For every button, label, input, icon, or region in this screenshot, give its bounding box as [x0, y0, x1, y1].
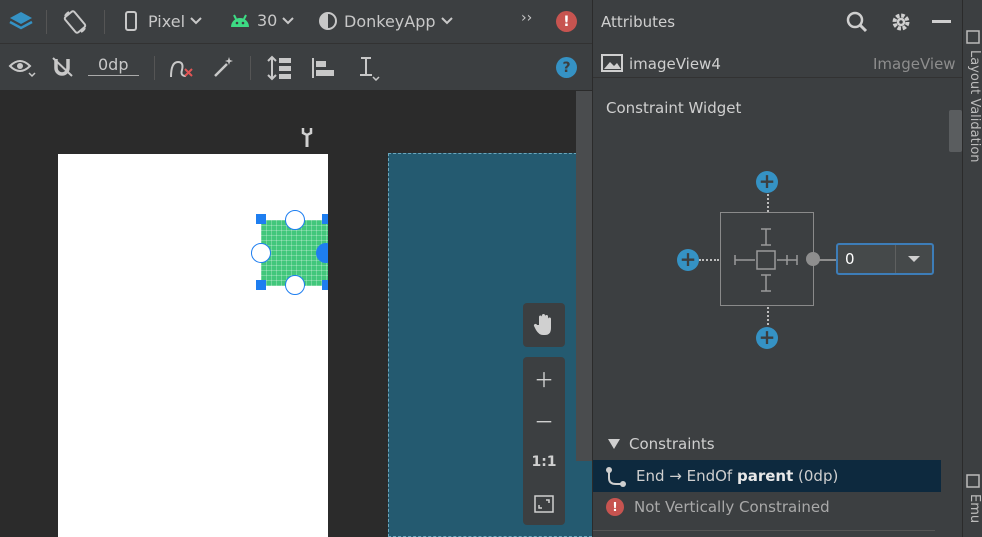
design-toolbar-primary: Pixel 30 DonkeyApp ›› !: [0, 0, 592, 44]
help-icon[interactable]: ?: [556, 57, 577, 78]
toolbar-separator: [46, 10, 47, 34]
search-icon[interactable]: [846, 11, 868, 37]
layout-validation-icon: [966, 30, 980, 44]
add-top-constraint-icon[interactable]: +: [756, 171, 778, 193]
guidelines-icon[interactable]: [356, 55, 382, 81]
eye-icon[interactable]: [8, 56, 36, 78]
bottom-anchor-handle[interactable]: [285, 275, 305, 295]
top-anchor-handle[interactable]: [285, 210, 305, 230]
rotate-icon[interactable]: [62, 9, 88, 35]
theme-selector[interactable]: DonkeyApp: [318, 11, 453, 31]
end-margin-field[interactable]: 0: [836, 243, 934, 275]
constraint-icon: [605, 466, 627, 492]
wrench-icon[interactable]: [300, 126, 314, 148]
default-margin-value: 0dp: [88, 55, 139, 76]
warning-row[interactable]: ! Not Vertically Constrained: [606, 498, 830, 516]
resize-handle[interactable]: [256, 214, 266, 224]
clear-constraints-icon[interactable]: [168, 56, 194, 80]
canvas-gap: [328, 91, 388, 537]
constraint-row-end[interactable]: End → EndOf parent (0dp): [593, 460, 941, 492]
toolbar-separator: [104, 10, 105, 34]
actual-size-icon[interactable]: 1:1: [523, 441, 565, 483]
phone-icon: [125, 11, 137, 31]
error-icon: !: [606, 498, 624, 516]
align-icon[interactable]: [310, 56, 338, 80]
error-icon[interactable]: !: [556, 11, 577, 32]
minimize-icon[interactable]: [932, 20, 951, 23]
warning-text: Not Vertically Constrained: [634, 498, 830, 516]
gear-icon[interactable]: [890, 11, 912, 37]
chevron-down-icon: [282, 16, 295, 24]
component-type: ImageView: [873, 55, 956, 73]
section-constraint-widget: Constraint Widget: [606, 99, 742, 117]
layers-icon[interactable]: [8, 10, 34, 34]
right-tool-sidebar: Layout Validation Emu: [962, 0, 982, 537]
end-constraint-anchor[interactable]: [806, 252, 820, 266]
zoom-controls: ＋ － 1:1: [523, 357, 565, 525]
android-icon: [231, 14, 249, 27]
constraints-section-label: Constraints: [629, 435, 715, 453]
component-header: imageView4 ImageView: [593, 50, 963, 78]
api-level-label: 30: [257, 11, 278, 30]
emulator-label[interactable]: Emu: [967, 494, 982, 523]
chevron-down-icon: [440, 17, 453, 25]
triangle-down-icon: [608, 439, 620, 449]
theme-label: DonkeyApp: [344, 11, 436, 31]
toolbar-overflow-button[interactable]: ››: [521, 10, 532, 26]
attributes-panel: Attributes imageView4 ImageView Constrai…: [592, 0, 963, 537]
attributes-header: Attributes: [593, 0, 963, 44]
start-anchor-handle[interactable]: [251, 243, 271, 263]
add-start-constraint-icon[interactable]: +: [677, 249, 699, 271]
bottom-constraint-dotted: [767, 307, 769, 325]
constraint-end-suffix: (0dp): [793, 467, 839, 485]
magic-wand-icon[interactable]: [212, 55, 236, 79]
component-id: imageView4: [629, 55, 721, 73]
canvas-scrollbar[interactable]: [576, 91, 592, 461]
emulator-icon: [966, 474, 980, 488]
magnet-icon[interactable]: [51, 56, 75, 78]
api-level-selector[interactable]: 30: [229, 11, 295, 30]
top-constraint-dotted: [767, 194, 769, 212]
emulator-tab[interactable]: [966, 474, 980, 492]
image-icon: [601, 54, 623, 76]
toolbar-separator: [250, 56, 251, 80]
layout-validation-label[interactable]: Layout Validation: [967, 50, 982, 163]
resize-handle[interactable]: [256, 280, 266, 290]
chevron-down-icon[interactable]: [896, 245, 932, 273]
theme-icon: [319, 12, 337, 30]
constraint-end-target: parent: [736, 467, 794, 485]
design-editor: Pixel 30 DonkeyApp ›› ! 0dp ? ＋ － 1:1: [0, 0, 592, 537]
start-constraint-dotted: [699, 259, 719, 261]
design-toolbar-secondary: 0dp ?: [0, 44, 592, 91]
zoom-panel: ＋ － 1:1: [523, 303, 565, 525]
zoom-in-icon[interactable]: ＋: [523, 357, 565, 399]
attributes-title: Attributes: [601, 13, 676, 31]
device-selector[interactable]: Pixel: [124, 11, 202, 31]
end-margin-value[interactable]: 0: [838, 245, 896, 273]
pack-icon[interactable]: [266, 55, 294, 81]
constraints-section-header[interactable]: Constraints: [607, 435, 715, 453]
constraint-end-prefix: End → EndOf: [636, 467, 737, 485]
chevron-down-icon: [190, 17, 202, 25]
constraint-widget-box: [720, 212, 814, 306]
toolbar-separator: [154, 56, 155, 80]
device-label: Pixel: [148, 11, 186, 31]
zoom-out-icon[interactable]: －: [523, 399, 565, 441]
hand-icon[interactable]: [523, 303, 565, 347]
section-divider: [593, 530, 935, 531]
panel-scrollbar[interactable]: [949, 110, 962, 152]
default-margin-field[interactable]: 0dp: [88, 55, 139, 76]
add-bottom-constraint-icon[interactable]: +: [756, 327, 778, 349]
fit-screen-icon[interactable]: [523, 483, 565, 525]
layout-validation-tab[interactable]: [966, 30, 980, 48]
